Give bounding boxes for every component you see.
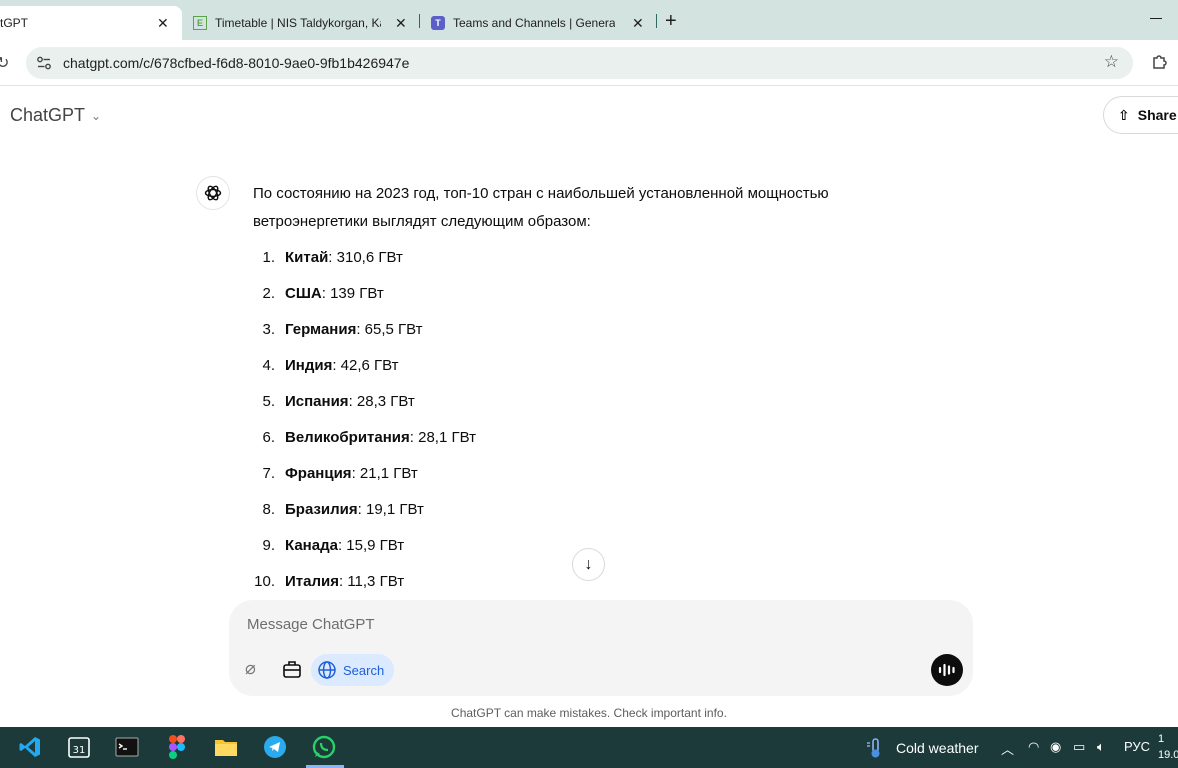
message-composer[interactable]: Message ChatGPT ⌀ Search [229, 600, 973, 696]
calendar-icon[interactable]: 31 [66, 734, 92, 760]
search-label: Search [343, 662, 385, 678]
terminal-icon[interactable] [114, 734, 140, 760]
list-item: 6. Великобритания: 28,1 ГВт [262, 429, 476, 446]
figma-icon[interactable] [164, 734, 190, 760]
site-settings-icon[interactable] [36, 55, 52, 71]
tab-separator [419, 14, 420, 28]
browser-toolbar: ↻ chatgpt.com/c/678cfbed-f6d8-8010-9ae0-… [0, 40, 1178, 86]
bookmark-star-icon[interactable]: ☆ [1104, 52, 1119, 72]
list-item: 4. Индия: 42,6 ГВт [262, 357, 399, 374]
battery-icon[interactable]: ▭ [1073, 739, 1085, 755]
tab-teams[interactable]: T Teams and Channels | General | ✕ [431, 6, 651, 40]
file-explorer-icon[interactable] [213, 734, 239, 760]
new-tab-plus-icon[interactable]: + [665, 10, 677, 33]
weather-label: Cold weather [896, 740, 979, 756]
share-button[interactable]: ⇧ Share [1103, 96, 1178, 134]
reload-icon[interactable]: ↻ [0, 53, 9, 73]
tab-close-icon[interactable]: ✕ [632, 15, 644, 32]
list-item: 1. Китай: 310,6 ГВт [262, 249, 403, 266]
globe-icon [318, 661, 336, 679]
camera-icon[interactable]: ◉ [1050, 739, 1061, 755]
share-label: Share [1137, 107, 1177, 123]
browser-tab-strip: tGPT ✕ E Timetable | NIS Taldykorgan, Ka… [0, 0, 1178, 40]
speaker-icon[interactable]: 🔈︎ [1097, 739, 1105, 755]
toolbox-icon[interactable] [281, 658, 303, 680]
network-icon[interactable]: ◠ [1028, 739, 1039, 755]
model-selector[interactable]: ChatGPT ⌄ [10, 105, 101, 126]
tab-title: Timetable | NIS Taldykorgan, Ka [215, 16, 381, 30]
window-minimize-icon[interactable] [1150, 18, 1162, 19]
thermometer-icon [867, 738, 880, 758]
disclaimer: ChatGPT can make mistakes. Check importa… [451, 706, 727, 720]
clock[interactable]: 1 19.0 [1158, 731, 1178, 763]
svg-text:31: 31 [73, 745, 86, 756]
telegram-icon[interactable] [262, 734, 288, 760]
scroll-to-bottom-button[interactable]: ↓ [572, 548, 605, 581]
share-upload-icon: ⇧ [1118, 106, 1130, 123]
weather-widget[interactable]: Cold weather [864, 737, 979, 759]
clock-time: 1 [1158, 733, 1165, 745]
taskbar: 31 Cold weather ︿ ◠ ◉ ▭ 🔈︎ РУС 1 19.0 [0, 727, 1178, 768]
clock-date: 19.0 [1158, 749, 1178, 761]
edupage-icon: E [193, 16, 207, 30]
tab-close-icon[interactable]: ✕ [157, 15, 169, 32]
tab-chatgpt[interactable]: tGPT ✕ [0, 6, 182, 40]
voice-mode-button[interactable] [931, 654, 963, 686]
assistant-message-intro: По состоянию на 2023 год, топ-10 стран с… [253, 185, 829, 230]
vscode-icon[interactable] [17, 734, 43, 760]
search-button[interactable]: Search [311, 654, 395, 686]
tab-separator [656, 14, 657, 28]
url-text[interactable]: chatgpt.com/c/678cfbed-f6d8-8010-9ae0-9f… [63, 55, 409, 71]
message-input[interactable]: Message ChatGPT [247, 616, 375, 633]
extensions-puzzle-icon[interactable] [1151, 52, 1169, 70]
chevron-up-icon[interactable]: ︿ [1001, 739, 1014, 758]
app-title: ChatGPT [10, 105, 86, 125]
tab-title: Teams and Channels | General | [453, 16, 615, 30]
tab-timetable[interactable]: E Timetable | NIS Taldykorgan, Ka ✕ [193, 6, 415, 40]
tab-title: tGPT [0, 16, 29, 30]
list-item: 3. Германия: 65,5 ГВт [262, 321, 423, 338]
list-item: 2. США: 139 ГВт [262, 285, 384, 302]
teams-icon: T [431, 16, 445, 30]
language-indicator[interactable]: РУС [1124, 739, 1150, 754]
paperclip-icon[interactable]: ⌀ [245, 658, 256, 679]
list-item: 7. Франция: 21,1 ГВт [262, 465, 418, 482]
arrow-down-icon: ↓ [584, 555, 593, 573]
tab-close-icon[interactable]: ✕ [395, 15, 407, 32]
chatgpt-avatar [196, 176, 230, 210]
list-item: 8. Бразилия: 19,1 ГВт [262, 501, 424, 518]
whatsapp-icon[interactable] [311, 734, 337, 760]
address-bar[interactable]: chatgpt.com/c/678cfbed-f6d8-8010-9ae0-9f… [26, 47, 1133, 79]
openai-logo-icon [204, 185, 222, 201]
waveform-icon [938, 663, 955, 677]
chevron-down-icon: ⌄ [91, 108, 102, 123]
list-item: 5. Испания: 28,3 ГВт [262, 393, 415, 410]
